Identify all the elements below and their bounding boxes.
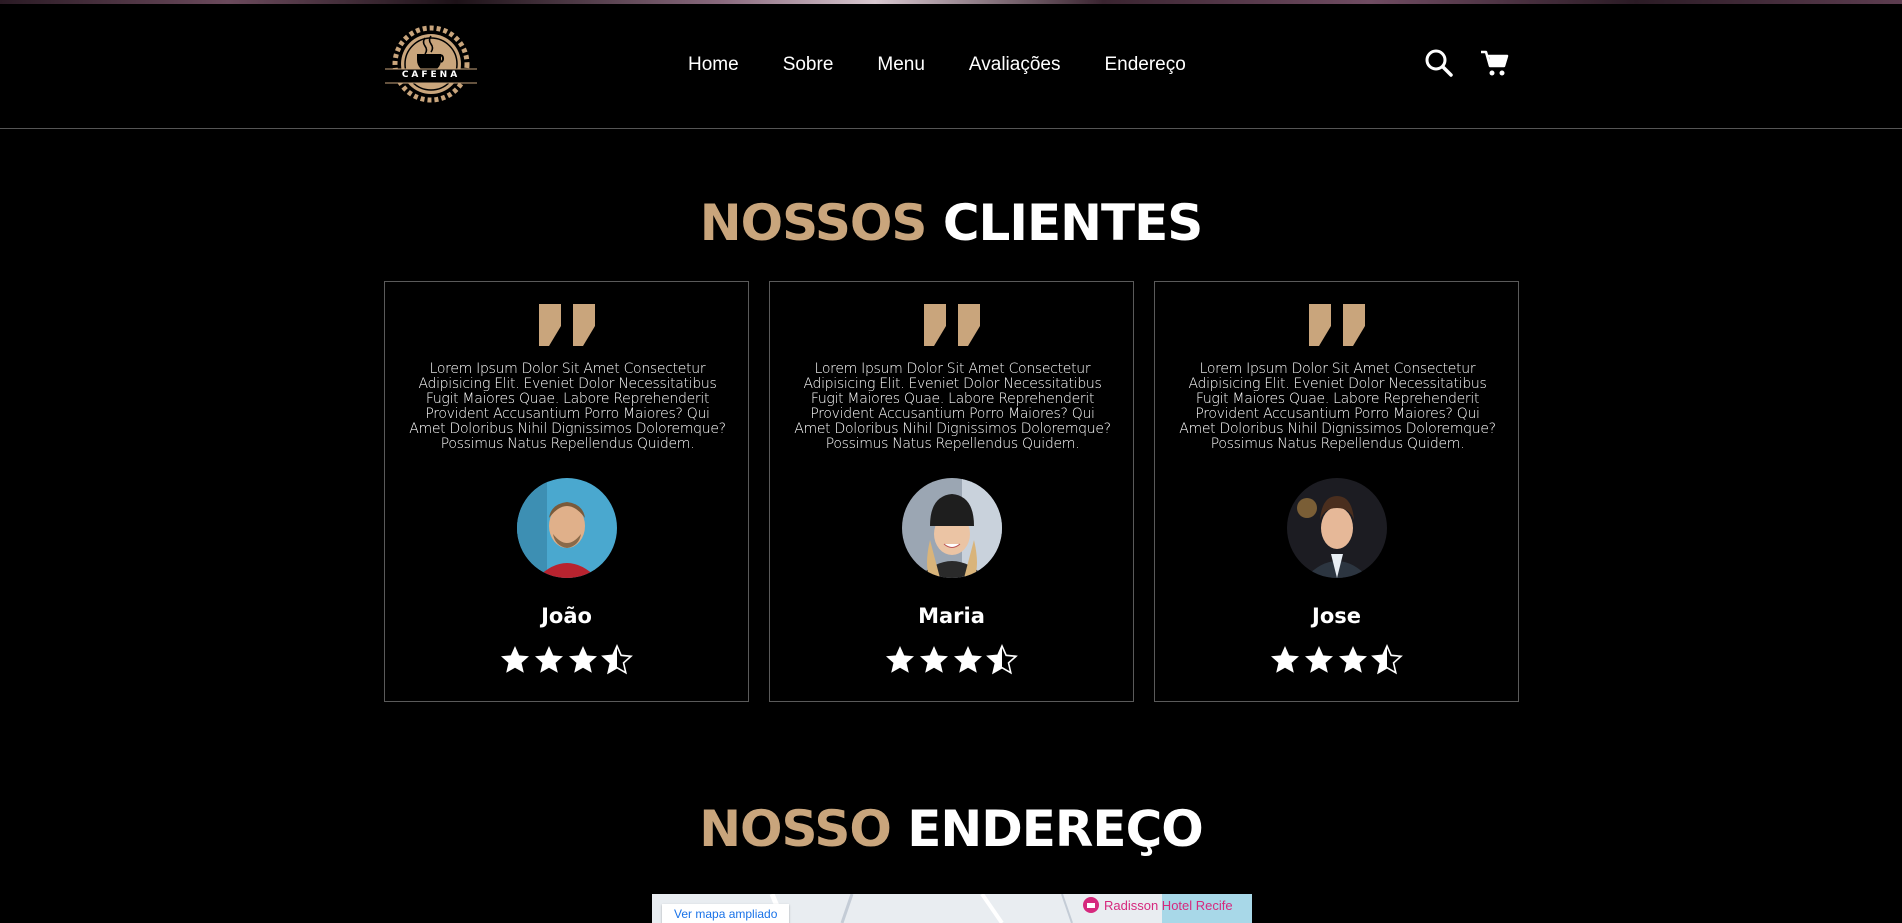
- testimonial-text: Lorem Ipsum Dolor Sit Amet Consectetur A…: [409, 361, 726, 452]
- nav-menu[interactable]: Menu: [877, 54, 925, 76]
- embedded-map[interactable]: Ver mapa ampliado Radisson Hotel Recife: [652, 894, 1252, 923]
- star-full-icon: [886, 646, 914, 673]
- rating-stars: [499, 644, 633, 676]
- star-full-icon: [1305, 646, 1333, 673]
- star-full-icon: [920, 646, 948, 673]
- testimonial-text: Lorem Ipsum Dolor Sit Amet Consectetur A…: [1179, 361, 1496, 452]
- hotel-pin-icon: [1083, 897, 1099, 913]
- testimonials-list: Lorem Ipsum Dolor Sit Amet Consectetur A…: [384, 281, 1519, 702]
- nav-avaliacoes[interactable]: Avaliações: [969, 54, 1061, 76]
- rating-stars: [884, 644, 1018, 676]
- star-full-icon: [569, 646, 597, 673]
- rating-stars: [1269, 644, 1403, 676]
- map-enlarge-link[interactable]: Ver mapa ampliado: [662, 904, 790, 923]
- clients-title-accent: NOSSOS: [699, 194, 928, 252]
- star-half-icon: [601, 644, 633, 675]
- testimonial-card: Lorem Ipsum Dolor Sit Amet Consectetur A…: [384, 281, 749, 702]
- star-full-icon: [954, 646, 982, 673]
- testimonial-name: Maria: [918, 604, 985, 628]
- testimonial-card: Lorem Ipsum Dolor Sit Amet Consectetur A…: [1154, 281, 1519, 702]
- testimonial-name: Jose: [1312, 604, 1361, 628]
- cart-icon[interactable]: [1480, 48, 1510, 78]
- logo-emblem-icon: [385, 25, 477, 103]
- star-full-icon: [1271, 646, 1299, 673]
- main-nav: Home Sobre Menu Avaliações Endereço: [688, 54, 1186, 76]
- nav-endereco[interactable]: Endereço: [1104, 54, 1185, 76]
- star-full-icon: [501, 646, 529, 673]
- star-full-icon: [1339, 646, 1367, 673]
- star-half-icon: [1371, 644, 1403, 675]
- address-section-title: NOSSO ENDEREÇO: [0, 800, 1902, 858]
- clients-section-title: NOSSOS CLIENTES: [0, 194, 1902, 252]
- address-title-rest: ENDEREÇO: [907, 800, 1204, 858]
- logo[interactable]: CAFENA: [383, 24, 479, 104]
- star-half-icon: [986, 644, 1018, 675]
- star-full-icon: [535, 646, 563, 673]
- testimonial-text: Lorem Ipsum Dolor Sit Amet Consectetur A…: [794, 361, 1111, 452]
- quote-icon: [539, 304, 595, 346]
- avatar: [517, 478, 617, 578]
- testimonial-name: João: [541, 604, 592, 628]
- map-poi-label: Radisson Hotel Recife: [1104, 897, 1233, 913]
- search-icon[interactable]: [1424, 48, 1454, 78]
- header-actions: [1424, 48, 1510, 78]
- quote-icon: [1309, 304, 1365, 346]
- logo-text: CAFENA: [401, 70, 461, 80]
- nav-home[interactable]: Home: [688, 54, 739, 76]
- map-poi[interactable]: Radisson Hotel Recife: [1082, 896, 1233, 914]
- testimonial-card: Lorem Ipsum Dolor Sit Amet Consectetur A…: [769, 281, 1134, 702]
- quote-icon: [924, 304, 980, 346]
- avatar: [902, 478, 1002, 578]
- avatar: [1287, 478, 1387, 578]
- clients-title-rest: CLIENTES: [942, 194, 1203, 252]
- address-title-accent: NOSSO: [699, 800, 892, 858]
- nav-sobre[interactable]: Sobre: [783, 54, 834, 76]
- site-header: CAFENA Home Sobre Menu Avaliações Endere…: [0, 4, 1902, 129]
